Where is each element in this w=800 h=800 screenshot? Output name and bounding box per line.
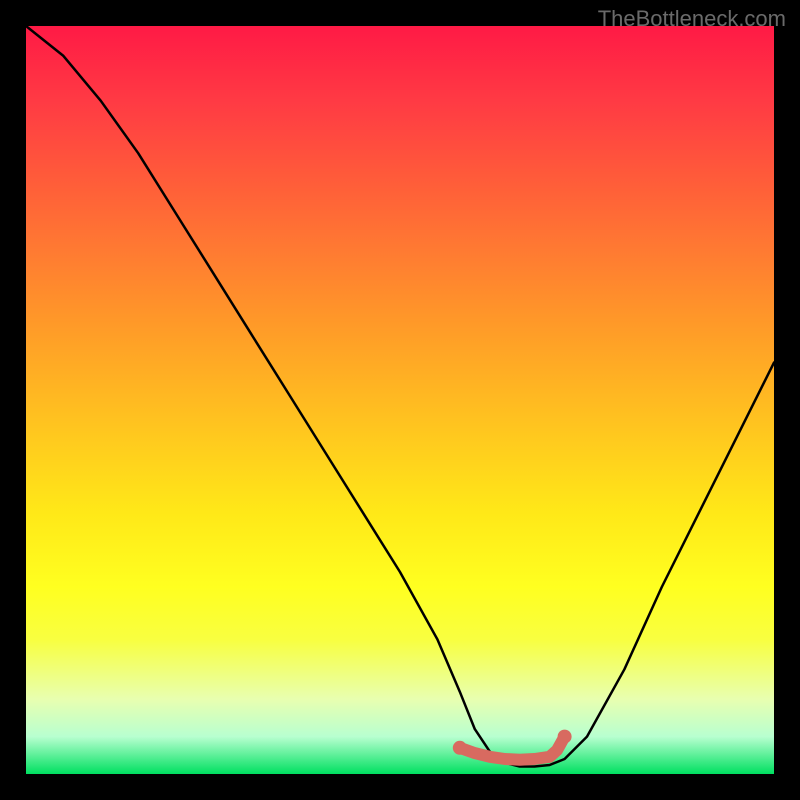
series-bottleneck-curve <box>26 26 774 767</box>
chart-container: TheBottleneck.com <box>0 0 800 800</box>
chart-svg <box>26 26 774 774</box>
watermark-text: TheBottleneck.com <box>598 6 786 32</box>
optimal-band-endpoint <box>558 730 572 744</box>
optimal-band-endpoint <box>453 741 467 755</box>
series-optimal-band <box>460 737 565 760</box>
